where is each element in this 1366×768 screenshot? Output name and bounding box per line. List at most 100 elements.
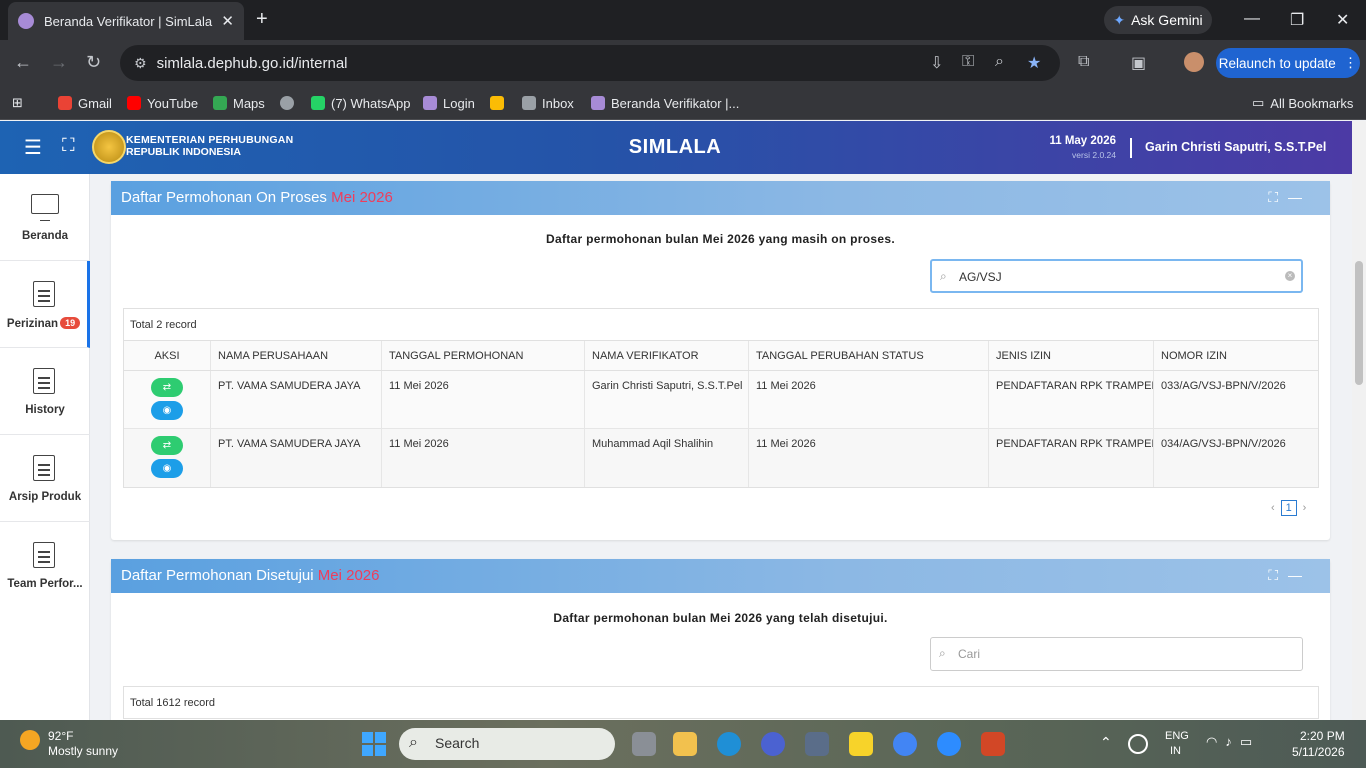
pagination: ‹ 1 › <box>1271 500 1306 516</box>
restore-icon[interactable]: ❐ <box>1290 10 1304 30</box>
taskbar-search-label: Search <box>435 735 480 751</box>
card-title-month: Mei 2026 <box>331 189 393 206</box>
sidebar-item-team-performance[interactable]: Team Perfor... <box>0 522 90 609</box>
relaunch-button[interactable]: Relaunch to update ⋮ <box>1216 48 1360 78</box>
tab-search-icon[interactable]: ▣ <box>1131 53 1146 73</box>
bookmark-globe[interactable] <box>280 93 294 113</box>
youtube-icon <box>127 96 141 110</box>
powerpoint-icon[interactable] <box>981 732 1005 756</box>
bookmark-maps[interactable]: Maps <box>213 93 265 113</box>
card-subtitle: Daftar permohonan bulan Mei 2026 yang ma… <box>546 232 895 246</box>
cell-status-date: 11 Mei 2026 <box>749 429 989 487</box>
sync-icon[interactable] <box>1128 734 1148 754</box>
password-key-icon[interactable]: ⚿ <box>962 53 974 71</box>
user-name[interactable]: Garin Christi Saputri, S.S.T.Pel <box>1145 140 1326 154</box>
search-input[interactable]: ⌕ AG/VSJ × <box>930 259 1303 293</box>
clock-time[interactable]: 2:20 PM <box>1300 729 1345 743</box>
weather-temp[interactable]: 92°F <box>48 729 73 743</box>
zoom-icon[interactable]: ⌕ <box>995 53 1004 71</box>
page-scrollbar[interactable] <box>1352 121 1366 720</box>
document-icon <box>33 542 55 568</box>
bookmark-photos[interactable] <box>490 93 504 113</box>
camera-icon[interactable] <box>805 732 829 756</box>
bookmark-inbox[interactable]: Inbox <box>522 93 574 113</box>
gemini-icon: ✦ <box>1113 11 1126 28</box>
ask-gemini-button[interactable]: ✦ Ask Gemini <box>1104 6 1212 34</box>
hamburger-menu-icon[interactable]: ☰ <box>24 135 42 160</box>
column-header[interactable]: JENIS IZIN <box>989 341 1154 370</box>
weather-desc[interactable]: Mostly sunny <box>48 744 118 758</box>
clock-date[interactable]: 5/11/2026 <box>1292 745 1345 759</box>
prev-page-icon[interactable]: ‹ <box>1271 502 1275 514</box>
sticky-notes-icon[interactable] <box>849 732 873 756</box>
folder-icon: ▭ <box>1252 95 1265 110</box>
next-page-icon[interactable]: › <box>1303 502 1307 514</box>
url-text: simlala.dephub.go.id/internal <box>156 54 348 72</box>
sidebar-item-history[interactable]: History <box>0 348 90 435</box>
column-header[interactable]: TANGGAL PERUBAHAN STATUS <box>749 341 989 370</box>
sidebar-item-beranda[interactable]: Beranda <box>0 174 90 261</box>
forward-icon[interactable]: → <box>50 52 68 72</box>
browser-tab[interactable]: Beranda Verifikator | SimLala ✕ <box>8 2 244 40</box>
disetujui-card: Daftar Permohonan Disetujui Mei 2026 ⛶— … <box>111 559 1330 720</box>
clear-search-icon[interactable]: × <box>1285 271 1295 281</box>
view-button[interactable]: ◉ <box>151 459 183 478</box>
column-header[interactable]: NOMOR IZIN <box>1154 341 1318 370</box>
bookmark-beranda[interactable]: Beranda Verifikator |... <box>591 93 739 113</box>
all-bookmarks[interactable]: ▭ All Bookmarks <box>1252 93 1353 113</box>
site-info-icon[interactable]: ⚙ <box>134 55 147 72</box>
disetujui-table: Total 1612 record <box>123 686 1319 719</box>
table-row: ⇄ ◉ PT. VAMA SAMUDERA JAYA 11 Mei 2026 M… <box>124 429 1318 487</box>
reload-icon[interactable]: ↻ <box>86 52 101 72</box>
sidebar-item-perizinan[interactable]: Perizinan 19 <box>0 261 90 348</box>
weather-sun-icon[interactable] <box>20 730 40 750</box>
back-icon[interactable]: ← <box>14 52 32 72</box>
collapse-icon[interactable]: — <box>1288 567 1312 583</box>
address-bar[interactable]: ⚙ simlala.dephub.go.id/internal <box>120 45 1060 81</box>
collapse-icon[interactable]: — <box>1288 189 1312 205</box>
profile-avatar-icon[interactable] <box>1184 52 1204 72</box>
column-header[interactable]: NAMA VERIFIKATOR <box>585 341 749 370</box>
extensions-icon[interactable]: ⧉ <box>1078 53 1089 71</box>
language-indicator[interactable]: ENG <box>1165 730 1189 742</box>
column-header[interactable]: NAMA PERUSAHAAN <box>211 341 382 370</box>
document-icon <box>33 455 55 481</box>
tray-chevron-icon[interactable]: ⌃ <box>1100 734 1112 751</box>
bookmark-gmail[interactable]: Gmail <box>58 93 112 113</box>
language-region[interactable]: IN <box>1170 745 1181 757</box>
close-tab-icon[interactable]: ✕ <box>221 12 234 30</box>
search-input[interactable]: ⌕ Cari <box>930 637 1303 671</box>
install-app-icon[interactable]: ⇩ <box>930 53 943 73</box>
page-number[interactable]: 1 <box>1280 500 1297 516</box>
minimize-icon[interactable]: — <box>1244 10 1260 28</box>
taskbar-search[interactable]: ⌕ Search <box>399 728 615 760</box>
column-header[interactable]: TANGGAL PERMOHONAN <box>382 341 585 370</box>
bookmark-star-icon[interactable]: ★ <box>1027 53 1041 73</box>
wifi-volume-battery-icons[interactable]: ◠♪▭ <box>1206 734 1260 750</box>
edge-icon[interactable] <box>717 732 741 756</box>
windows-start-icon[interactable] <box>362 732 386 756</box>
task-view-icon[interactable] <box>632 732 656 756</box>
chrome-icon[interactable] <box>893 732 917 756</box>
expand-icon[interactable]: ⛶ <box>1268 567 1288 583</box>
table-header: AKSI NAMA PERUSAHAAN TANGGAL PERMOHONAN … <box>124 341 1318 371</box>
scrollbar-thumb[interactable] <box>1355 261 1363 385</box>
apps-grid-icon[interactable]: ⊞ <box>12 93 23 113</box>
close-window-icon[interactable]: ✕ <box>1336 10 1349 30</box>
card-title: Daftar Permohonan On Proses <box>121 189 332 206</box>
copilot-icon[interactable] <box>761 732 785 756</box>
process-button[interactable]: ⇄ <box>151 436 183 455</box>
bookmark-whatsapp[interactable]: (7) WhatsApp <box>311 93 410 113</box>
new-tab-icon[interactable]: + <box>256 9 268 29</box>
fullscreen-icon[interactable]: ⛶ <box>62 135 75 156</box>
expand-icon[interactable]: ⛶ <box>1268 189 1288 205</box>
file-explorer-icon[interactable] <box>673 732 697 756</box>
view-button[interactable]: ◉ <box>151 401 183 420</box>
bookmark-youtube[interactable]: YouTube <box>127 93 198 113</box>
sidebar-item-arsip-produk[interactable]: Arsip Produk <box>0 435 90 522</box>
column-header[interactable]: AKSI <box>124 341 211 370</box>
cell-permit-type: PENDAFTARAN RPK TRAMPER <box>989 429 1154 487</box>
bookmark-login[interactable]: Login <box>423 93 475 113</box>
zoom-app-icon[interactable] <box>937 732 961 756</box>
process-button[interactable]: ⇄ <box>151 378 183 397</box>
